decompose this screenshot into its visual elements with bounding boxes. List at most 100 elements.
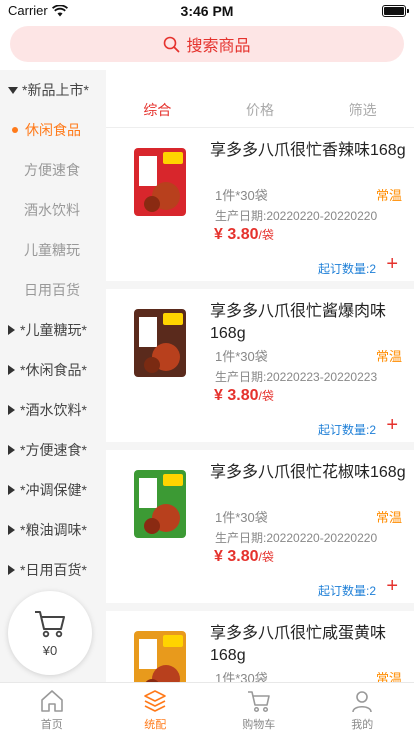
production-date: 生产日期:20220220-20220220 — [215, 209, 378, 223]
storage-label: 常温 — [375, 349, 402, 364]
sidebar-item-label: *休闲食品* — [20, 362, 87, 378]
sidebar-item-label: 休闲食品 — [25, 122, 81, 138]
tab-distribution[interactable]: 统配 — [104, 683, 208, 736]
sidebar-item-instant-food-group[interactable]: *方便速食* — [0, 430, 106, 470]
product-card[interactable]: 享多多八爪很忙香辣味168g 1件*30袋 常温 生产日期:20220220-2… — [106, 128, 414, 289]
sidebar-item-snacks[interactable]: 休闲食品 — [0, 110, 106, 150]
price-unit: /袋 — [258, 550, 274, 564]
status-time: 3:46 PM — [180, 3, 234, 19]
sidebar-item-label: *方便速食* — [20, 442, 87, 458]
sidebar-item-label: 酒水饮料 — [24, 202, 80, 218]
product-price: ¥ 3.80/袋 — [214, 387, 274, 405]
product-name: 享多多八爪很忙香辣味168g — [210, 142, 406, 159]
search-bar[interactable]: 搜索商品 — [10, 26, 404, 62]
sidebar-item-label: *冲调保健* — [20, 482, 87, 498]
triangle-right-icon — [8, 565, 15, 575]
sidebar-item-label: *日用百货* — [20, 562, 87, 578]
sidebar-item-kids-candy[interactable]: 儿童糖玩 — [0, 230, 106, 270]
sort-tab-comprehensive[interactable]: 综合 — [106, 92, 209, 127]
min-order-qty: 起订数量:2 — [317, 423, 376, 437]
sidebar-item-label: 日用百货 — [24, 282, 80, 298]
sidebar-item-health-drinks-group[interactable]: *冲调保健* — [0, 470, 106, 510]
cart-icon — [247, 691, 270, 713]
sidebar-item-instant-food[interactable]: 方便速食 — [0, 150, 106, 190]
sidebar-item-new-arrivals[interactable]: *新品上市* — [0, 70, 106, 110]
storage-label: 常温 — [375, 671, 402, 682]
tab-cart[interactable]: 购物车 — [207, 683, 311, 736]
cart-icon — [35, 610, 65, 637]
sidebar-item-drinks[interactable]: 酒水饮料 — [0, 190, 106, 230]
product-name: 享多多八爪很忙酱爆肉味168g — [210, 303, 387, 342]
product-image[interactable] — [130, 468, 190, 540]
product-card[interactable]: 享多多八爪很忙咸蛋黄味168g 1件*30袋 常温 — [106, 611, 414, 682]
product-price: ¥ 3.80/袋 — [214, 548, 274, 566]
sidebar-item-label: 方便速食 — [24, 162, 80, 178]
sort-tab-price[interactable]: 价格 — [209, 92, 312, 127]
add-to-cart-button[interactable]: + — [386, 254, 398, 274]
product-pack: 1件*30袋 — [215, 188, 268, 203]
product-name: 享多多八爪很忙咸蛋黄味168g — [210, 625, 387, 664]
battery-icon — [382, 5, 409, 17]
sort-tab-filter[interactable]: 筛选 — [311, 92, 414, 127]
triangle-right-icon — [8, 445, 15, 455]
home-icon — [40, 690, 63, 712]
price-value: 3.80 — [227, 548, 259, 565]
sidebar-item-daily-goods-group[interactable]: *日用百货* — [0, 550, 106, 590]
tab-label: 购物车 — [242, 719, 276, 731]
search-icon — [164, 36, 180, 52]
sidebar-item-label: *酒水饮料* — [20, 402, 87, 418]
tab-label: 首页 — [40, 719, 63, 731]
floating-cart-button[interactable]: ¥0 — [8, 591, 92, 675]
min-order-qty: 起订数量:2 — [317, 262, 376, 276]
product-price: ¥ 3.80/袋 — [214, 226, 274, 244]
product-list: 享多多八爪很忙香辣味168g 1件*30袋 常温 生产日期:20220220-2… — [106, 128, 414, 682]
tab-profile[interactable]: 我的 — [311, 683, 414, 736]
product-pack: 1件*30袋 — [215, 510, 268, 525]
tab-home[interactable]: 首页 — [0, 683, 104, 736]
product-pack: 1件*30袋 — [215, 349, 268, 364]
user-icon — [352, 691, 373, 713]
price-value: 3.80 — [227, 387, 259, 404]
price-value: 3.80 — [227, 226, 259, 243]
add-to-cart-button[interactable]: + — [386, 576, 398, 596]
product-image[interactable] — [130, 629, 190, 682]
tab-label: 我的 — [351, 719, 374, 731]
product-pack: 1件*30袋 — [215, 671, 268, 682]
storage-label: 常温 — [375, 510, 402, 525]
sidebar-item-kids-candy-group[interactable]: *儿童糖玩* — [0, 310, 106, 350]
min-order-qty: 起订数量:2 — [317, 584, 376, 598]
sidebar-item-label: *新品上市* — [22, 82, 89, 98]
production-date: 生产日期:20220220-20220220 — [215, 531, 378, 545]
sidebar-item-label: 儿童糖玩 — [24, 242, 80, 258]
price-currency: ¥ — [214, 226, 223, 243]
price-unit: /袋 — [258, 389, 274, 403]
triangle-right-icon — [8, 365, 15, 375]
triangle-down-icon — [8, 86, 18, 94]
triangle-right-icon — [8, 325, 15, 335]
triangle-right-icon — [8, 405, 15, 415]
sidebar-item-label: *粮油调味* — [20, 522, 87, 538]
sidebar-item-drinks-group[interactable]: *酒水饮料* — [0, 390, 106, 430]
tab-label: 统配 — [144, 719, 167, 731]
sidebar-item-label: *儿童糖玩* — [20, 322, 87, 338]
price-unit: /袋 — [258, 228, 274, 242]
sidebar-item-daily-goods[interactable]: 日用百货 — [0, 270, 106, 310]
product-image[interactable] — [130, 146, 190, 218]
layers-icon — [144, 690, 167, 712]
price-currency: ¥ — [214, 387, 223, 404]
product-card[interactable]: 享多多八爪很忙花椒味168g 1件*30袋 常温 生产日期:20220220-2… — [106, 450, 414, 611]
active-dot-icon — [12, 127, 18, 133]
sort-tabs: 综合 价格 筛选 — [106, 92, 414, 128]
product-name: 享多多八爪很忙花椒味168g — [210, 464, 406, 481]
product-card[interactable]: 享多多八爪很忙酱爆肉味168g 1件*30袋 常温 生产日期:20220223-… — [106, 289, 414, 450]
search-placeholder: 搜索商品 — [186, 38, 251, 55]
sidebar-item-snacks-group[interactable]: *休闲食品* — [0, 350, 106, 390]
production-date: 生产日期:20220223-20220223 — [215, 370, 378, 384]
sidebar-item-grain-oil-group[interactable]: *粮油调味* — [0, 510, 106, 550]
bottom-tab-bar: 首页 统配 购物车 我的 — [0, 682, 414, 736]
product-image[interactable] — [130, 307, 190, 379]
storage-label: 常温 — [375, 188, 402, 203]
triangle-right-icon — [8, 525, 15, 535]
triangle-right-icon — [8, 485, 15, 495]
add-to-cart-button[interactable]: + — [386, 415, 398, 435]
